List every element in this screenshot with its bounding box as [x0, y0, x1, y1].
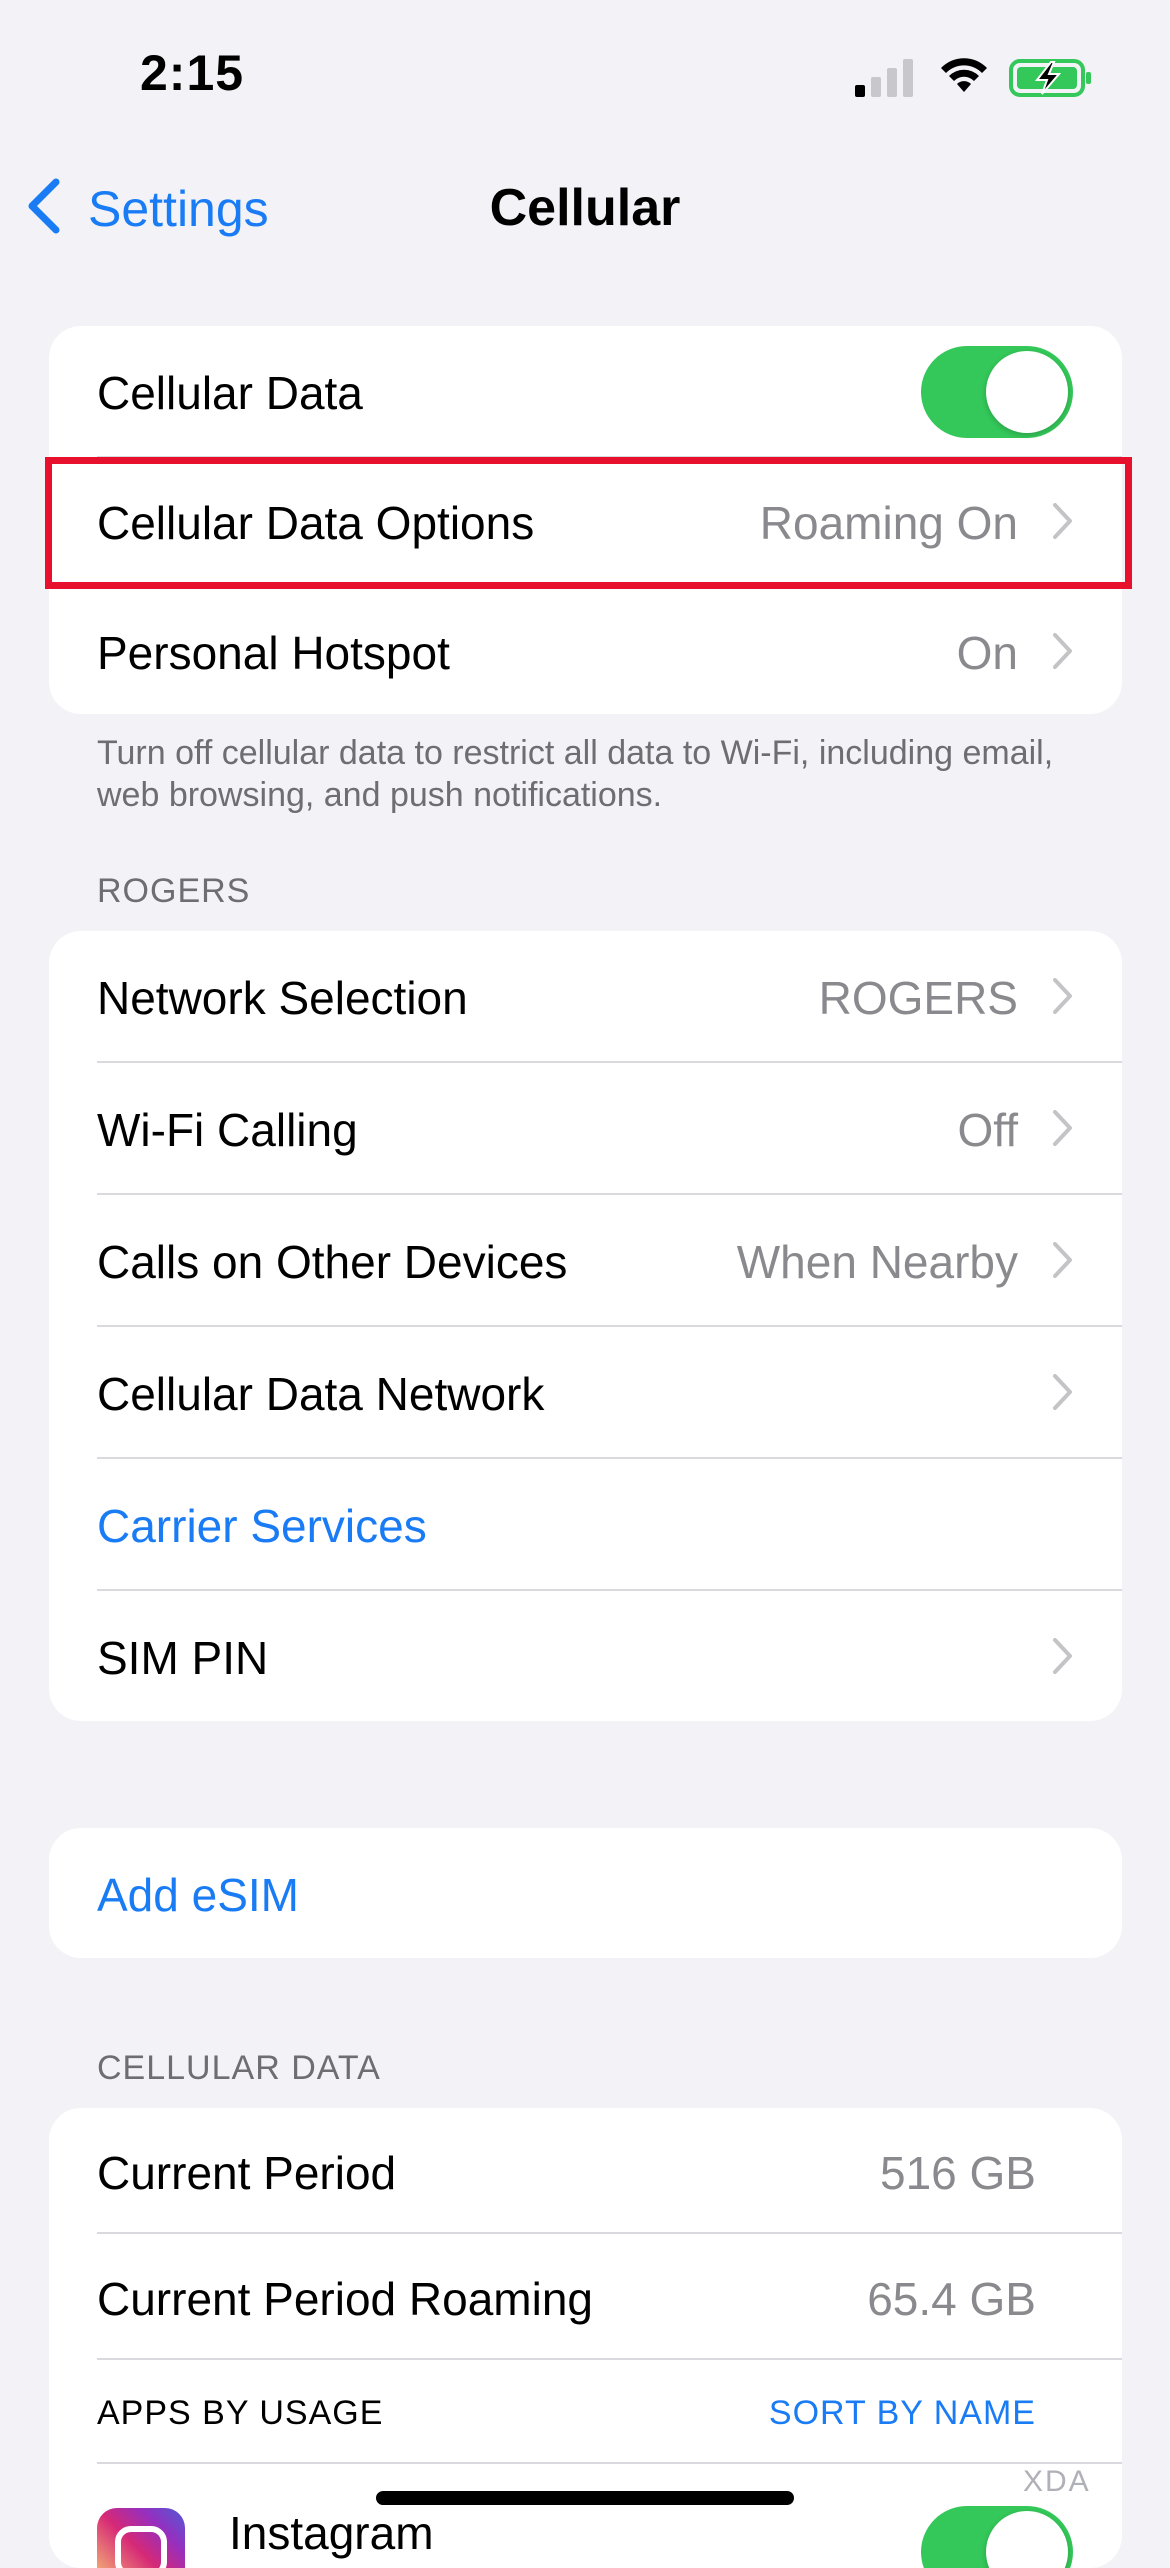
chevron-right-icon [1053, 633, 1072, 669]
chevron-right-icon [1053, 1638, 1072, 1674]
add-esim-button[interactable]: Add eSIM [97, 1868, 299, 1922]
wifi-calling-label: Wi-Fi Calling [97, 1104, 358, 1156]
cellular-data-toggle[interactable] [921, 346, 1073, 438]
wifi-calling-row[interactable]: Wi-Fi Calling Off [49, 1063, 1122, 1193]
rogers-section-header: ROGERS [97, 872, 251, 910]
network-selection-row[interactable]: Network Selection ROGERS [49, 931, 1122, 1061]
personal-hotspot-row[interactable]: Personal Hotspot On [49, 586, 1122, 714]
current-period-value: 516 GB [880, 2147, 1036, 2199]
carrier-services-link[interactable]: Carrier Services [97, 1499, 427, 1553]
current-period-roaming-row: Current Period Roaming 65.4 GB [49, 2234, 1122, 2358]
current-period-label: Current Period [97, 2147, 397, 2199]
rogers-group: Network Selection ROGERS Wi-Fi Calling O… [49, 931, 1122, 1721]
app-cellular-toggle[interactable] [921, 2506, 1073, 2568]
xda-watermark: XDA [1023, 2465, 1091, 2498]
chevron-right-icon [1053, 1110, 1072, 1146]
current-period-roaming-label: Current Period Roaming [97, 2273, 594, 2325]
apps-by-usage-header: APPS BY USAGE [97, 2394, 384, 2432]
calls-other-devices-row[interactable]: Calls on Other Devices When Nearby [49, 1195, 1122, 1325]
sim-pin-row[interactable]: SIM PIN [49, 1591, 1122, 1721]
current-period-roaming-value: 65.4 GB [867, 2273, 1036, 2325]
page-title: Cellular [489, 179, 681, 237]
status-time: 2:15 [140, 45, 245, 101]
cellular-data-network-row[interactable]: Cellular Data Network [49, 1327, 1122, 1457]
carrier-services-row[interactable]: Carrier Services [49, 1459, 1122, 1589]
chevron-right-icon [1053, 1242, 1072, 1278]
personal-hotspot-label: Personal Hotspot [97, 627, 450, 679]
home-indicator [376, 2491, 794, 2505]
sim-pin-label: SIM PIN [97, 1632, 269, 1684]
personal-hotspot-value: On [956, 627, 1018, 679]
chevron-right-icon [1053, 1374, 1072, 1410]
cellular-data-footnote: Turn off cellular data to restrict all d… [97, 734, 1054, 814]
cellular-data-section-header: CELLULAR DATA [97, 2049, 381, 2087]
app-row-instagram: Instagram [49, 2464, 1122, 2568]
toggle-knob [986, 2511, 1068, 2568]
instagram-app-icon [97, 2508, 185, 2568]
toggle-knob [986, 351, 1068, 433]
apps-by-usage-row: APPS BY USAGE SORT BY NAME [49, 2360, 1122, 2470]
cellular-signal-icon [855, 59, 913, 97]
esim-group: Add eSIM [49, 1828, 1122, 1958]
wifi-icon [941, 58, 987, 92]
wifi-calling-value: Off [957, 1104, 1018, 1156]
network-selection-label: Network Selection [97, 972, 468, 1024]
network-selection-value: ROGERS [818, 972, 1018, 1024]
app-name-label: Instagram [229, 2507, 434, 2559]
calls-other-devices-value: When Nearby [736, 1236, 1018, 1288]
cellular-data-network-label: Cellular Data Network [97, 1368, 545, 1420]
battery-charging-icon [1009, 59, 1091, 97]
highlight-box [45, 457, 1132, 589]
sort-by-name-button[interactable]: SORT BY NAME [769, 2394, 1036, 2433]
cellular-data-row: Cellular Data [49, 326, 1122, 456]
chevron-right-icon [1053, 978, 1072, 1014]
add-esim-row[interactable]: Add eSIM [49, 1828, 1122, 1958]
current-period-row: Current Period 516 GB [49, 2108, 1122, 2232]
calls-other-devices-label: Calls on Other Devices [97, 1236, 568, 1288]
cellular-data-label: Cellular Data [97, 367, 363, 419]
